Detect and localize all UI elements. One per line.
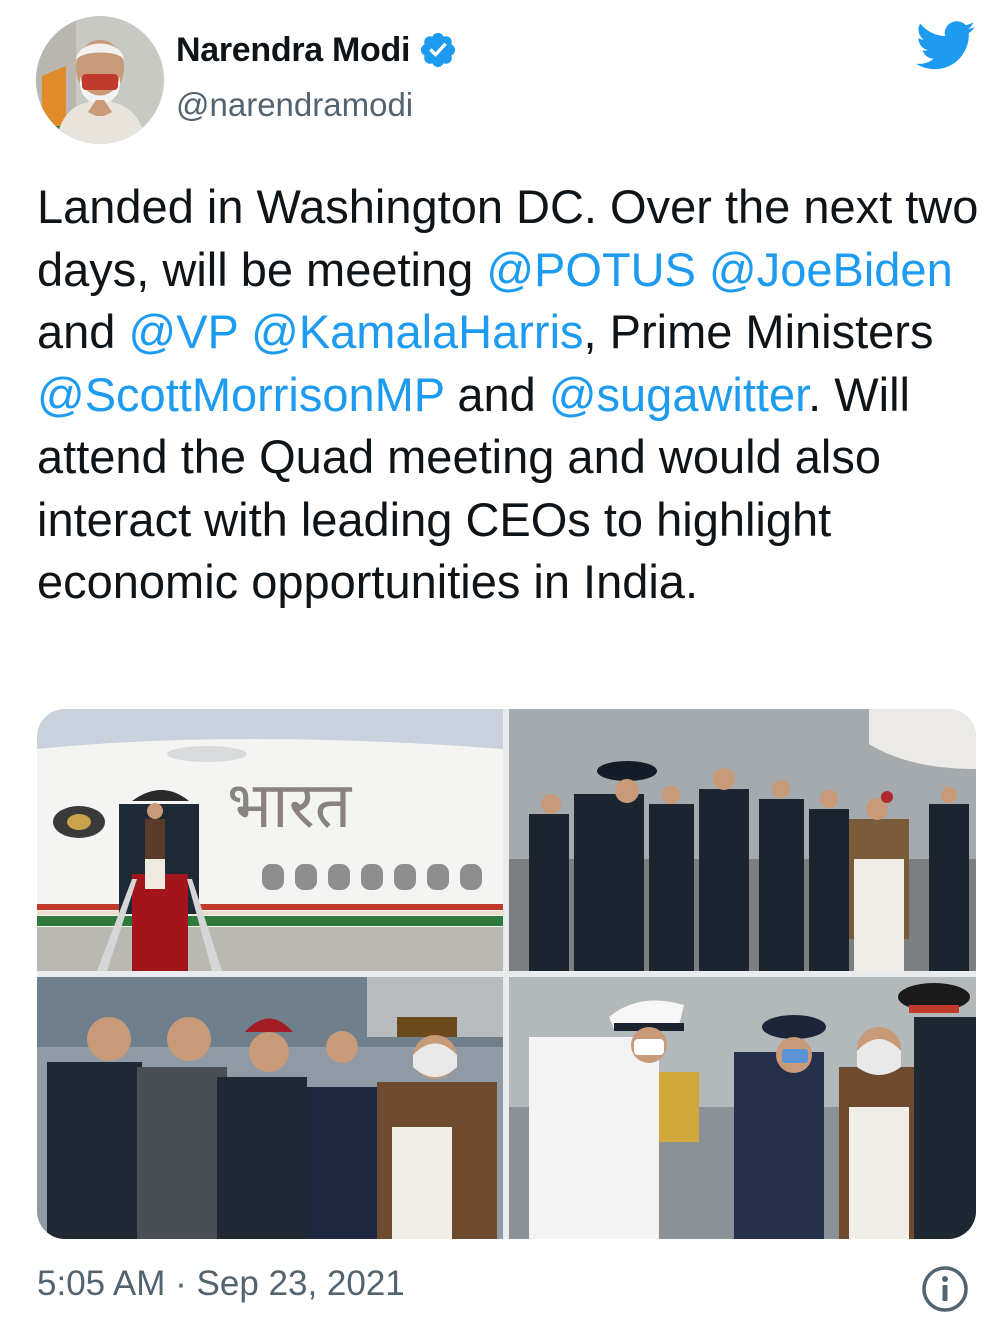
author-name-row[interactable]: Narendra Modi	[176, 30, 458, 70]
aircraft-arrival-photo: भारत	[37, 709, 503, 971]
photo-grid: भारत	[37, 709, 976, 1239]
twitter-bird-icon[interactable]	[916, 20, 976, 72]
user-handle[interactable]: @narendramodi	[176, 86, 413, 124]
officials-namaste-photo	[37, 977, 503, 1239]
tweet-photo-2[interactable]	[509, 709, 976, 971]
mention-link[interactable]: @VP	[128, 305, 238, 358]
tweet-text-segment: and	[37, 305, 129, 358]
profile-photo-icon	[36, 16, 164, 144]
tweet-text-segment: , Prime Ministers	[583, 305, 934, 358]
mention-link[interactable]: @KamalaHarris	[251, 305, 583, 358]
aircraft-lettering: भारत	[227, 769, 353, 843]
display-name[interactable]: Narendra Modi	[176, 31, 410, 70]
mention-link[interactable]: @ScottMorrisonMP	[37, 368, 444, 421]
tweet-photo-3[interactable]	[37, 977, 503, 1239]
tweet-text-segment	[696, 243, 709, 296]
mention-link[interactable]: @JoeBiden	[709, 243, 953, 296]
tweet-timestamp[interactable]: 5:05 AM · Sep 23, 2021	[37, 1264, 405, 1304]
tarmac-greeting-photo	[509, 709, 976, 971]
avatar[interactable]	[36, 16, 164, 144]
tweet-photo-4[interactable]	[509, 977, 976, 1239]
info-icon[interactable]	[920, 1264, 970, 1314]
military-salute-photo	[509, 977, 976, 1239]
tweet-text-segment	[238, 305, 251, 358]
verified-badge-icon	[421, 32, 456, 68]
mention-link[interactable]: @POTUS	[486, 243, 696, 296]
tweet-photo-1[interactable]: भारत	[37, 709, 503, 971]
mention-link[interactable]: @sugawitter	[549, 368, 808, 421]
tweet-text: Landed in Washington DC. Over the next t…	[37, 176, 987, 614]
tweet-text-segment: and	[444, 367, 549, 421]
